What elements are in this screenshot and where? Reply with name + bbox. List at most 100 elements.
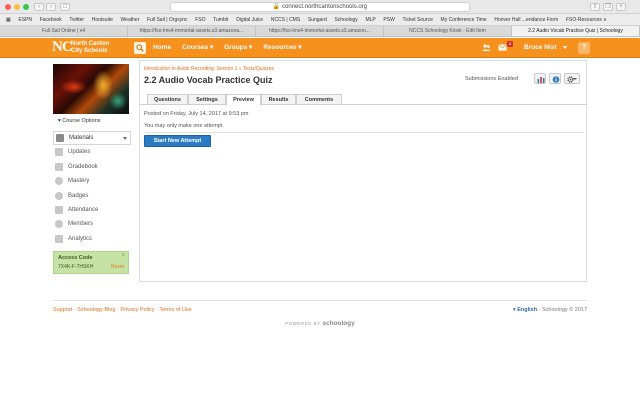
tabs-overview-icon[interactable]: ❐ <box>603 3 613 11</box>
bookmark[interactable]: Hoover Hall ...endance Form <box>494 14 558 25</box>
footer-link-privacy[interactable]: Privacy Policy <box>120 307 154 313</box>
sidebar-item-badges[interactable]: Badges <box>53 189 131 203</box>
mastery-icon <box>55 177 63 186</box>
updates-icon <box>55 148 63 157</box>
footer-link-terms[interactable]: Terms of Use <box>159 307 191 313</box>
tab-questions[interactable]: Questions <box>147 94 188 105</box>
bookmark[interactable]: MLP <box>365 14 375 25</box>
bookmark[interactable]: FSO-Resources ∨ <box>566 14 607 25</box>
minimize-window-icon[interactable] <box>14 4 20 10</box>
sidebar-item-label: Mastery <box>68 178 90 185</box>
access-code-label: Access Code <box>58 255 93 261</box>
tab-results[interactable]: Results <box>261 94 296 105</box>
bookmark[interactable]: PSW <box>383 14 394 25</box>
materials-icon <box>56 134 64 142</box>
footer-links: Support · Schoology Blog · Privacy Polic… <box>53 307 192 313</box>
chevron-down-icon[interactable] <box>123 137 127 140</box>
browser-tabs: Full Sail Online | v4 https://fso-lms4-i… <box>0 26 640 37</box>
bookmark[interactable]: Twitter <box>69 14 84 25</box>
sidebar-item-gradebook[interactable]: Gradebook <box>53 160 131 174</box>
bookmark[interactable]: Hootsuite <box>92 14 113 25</box>
bookmark[interactable]: NCCS | CMS <box>271 14 300 25</box>
bookmark[interactable]: Schoology <box>334 14 357 25</box>
breadcrumb[interactable]: Introduction to Audio Recording: Section… <box>144 66 274 72</box>
bookmark[interactable]: FSO <box>195 14 205 25</box>
sidebar-item-label: Badges <box>68 192 89 199</box>
sidebar-item-members[interactable]: Members <box>53 217 131 231</box>
help-button[interactable]: ? <box>578 42 590 54</box>
bookmark[interactable]: My Conference Time <box>441 14 487 25</box>
sidebar-toggle-icon[interactable]: □ <box>60 3 70 11</box>
browser-tab[interactable]: NCCS Schoology Kiosk - Edit Item <box>384 26 512 36</box>
members-icon <box>55 220 63 229</box>
sidebar-item-label: Materials <box>69 135 94 141</box>
nav-groups[interactable]: Groups ▾ <box>224 38 252 58</box>
reset-code-link[interactable]: Reset <box>111 264 124 270</box>
footer-divider <box>53 300 587 301</box>
sidebar-item-analytics[interactable]: Analytics <box>53 232 131 246</box>
sidebar-item-attendance[interactable]: Attendance <box>53 203 131 217</box>
bookmark[interactable]: Weather <box>121 14 140 25</box>
bookmark[interactable]: Digital Juice <box>236 14 263 25</box>
tab-comments[interactable]: Comments <box>296 94 342 105</box>
chevron-down-icon <box>573 78 577 80</box>
bookmarks-bar: ▦ ESPN Facebook Twitter Hootsuite Weathe… <box>0 14 640 26</box>
tab-preview[interactable]: Preview <box>226 94 261 106</box>
new-tab-icon[interactable]: + <box>616 3 626 11</box>
bookmark[interactable]: Tumblr <box>213 14 228 25</box>
main-nav: Home Courses ▾ Groups ▾ Resources ▾ <box>153 38 313 58</box>
badges-icon <box>55 191 63 200</box>
nav-resources[interactable]: Resources ▾ <box>263 38 301 58</box>
browser-tab[interactable]: https://fso-lms4-immortal-assets.s3.amaz… <box>128 26 256 36</box>
browser-tab[interactable]: https://fso-lms4-immortal-assets.s3.amaz… <box>256 26 384 36</box>
language-selector[interactable]: English <box>517 307 537 313</box>
close-icon[interactable]: × <box>121 253 125 259</box>
course-profile-image[interactable] <box>53 64 129 114</box>
search-icon <box>136 44 144 52</box>
back-icon[interactable]: ‹ <box>34 3 44 11</box>
settings-menu-button[interactable] <box>564 73 580 84</box>
chevron-down-icon[interactable] <box>563 46 567 49</box>
messages-icon[interactable] <box>498 43 507 52</box>
grid-icon[interactable]: ▦ <box>6 14 11 25</box>
sidebar-item-label: Members <box>68 221 94 228</box>
stats-button[interactable] <box>534 73 546 84</box>
browser-tab-active[interactable]: 2.2 Audio Vocab Practice Quiz | Schoolog… <box>512 26 640 36</box>
browser-tab[interactable]: Full Sail Online | v4 <box>0 26 128 36</box>
bookmark[interactable]: Sungard <box>308 14 327 25</box>
logo-initials[interactable]: NC <box>52 39 73 56</box>
sidebar-item-materials[interactable]: Materials <box>53 131 131 146</box>
nav-home[interactable]: Home <box>153 38 171 58</box>
share-icon[interactable]: ⇧ <box>590 3 600 11</box>
submissions-status: Submissions Enabled <box>465 76 518 82</box>
user-menu[interactable]: Bruce Nist <box>524 38 557 58</box>
info-button[interactable] <box>549 73 561 84</box>
lock-icon: 🔒 <box>272 4 281 10</box>
tab-settings[interactable]: Settings <box>188 94 226 105</box>
start-new-attempt-button[interactable]: Start New Attempt <box>144 135 211 147</box>
bar-chart-icon <box>537 76 544 83</box>
nav-courses[interactable]: Courses ▾ <box>182 38 213 58</box>
zoom-window-icon[interactable] <box>23 4 29 10</box>
close-window-icon[interactable] <box>5 4 11 10</box>
footer-link-blog[interactable]: Schoology Blog <box>77 307 115 313</box>
divider <box>144 132 584 133</box>
school-logo-text[interactable]: North Canton City Schools <box>71 41 109 54</box>
bookmark[interactable]: Ticket Source <box>402 14 432 25</box>
page-title: 2.2 Audio Vocab Practice Quiz <box>144 75 273 85</box>
search-button[interactable] <box>134 42 146 54</box>
course-options-toggle[interactable]: ▾ Course Options <box>58 117 101 125</box>
footer-link-support[interactable]: Support <box>53 307 72 313</box>
bookmark[interactable]: Facebook <box>40 14 62 25</box>
access-code-box: Access Code × 7X4K-F-7HSKH Reset <box>53 251 129 274</box>
footer-right: ▾ English · Schoology © 2017 <box>512 307 587 313</box>
address-bar[interactable]: 🔒 connect.northcantonschools.org <box>170 2 470 12</box>
bookmark[interactable]: ESPN <box>18 14 32 25</box>
sidebar-item-mastery[interactable]: Mastery <box>53 174 131 188</box>
bookmark[interactable]: Full Sail | Orgsync <box>147 14 187 25</box>
address-text: connect.northcantonschools.org <box>282 4 368 10</box>
schoology-logo[interactable]: schoology <box>322 320 355 327</box>
connections-icon[interactable] <box>482 43 491 52</box>
sidebar-item-updates[interactable]: Updates <box>53 145 131 159</box>
forward-icon[interactable]: › <box>46 3 56 11</box>
